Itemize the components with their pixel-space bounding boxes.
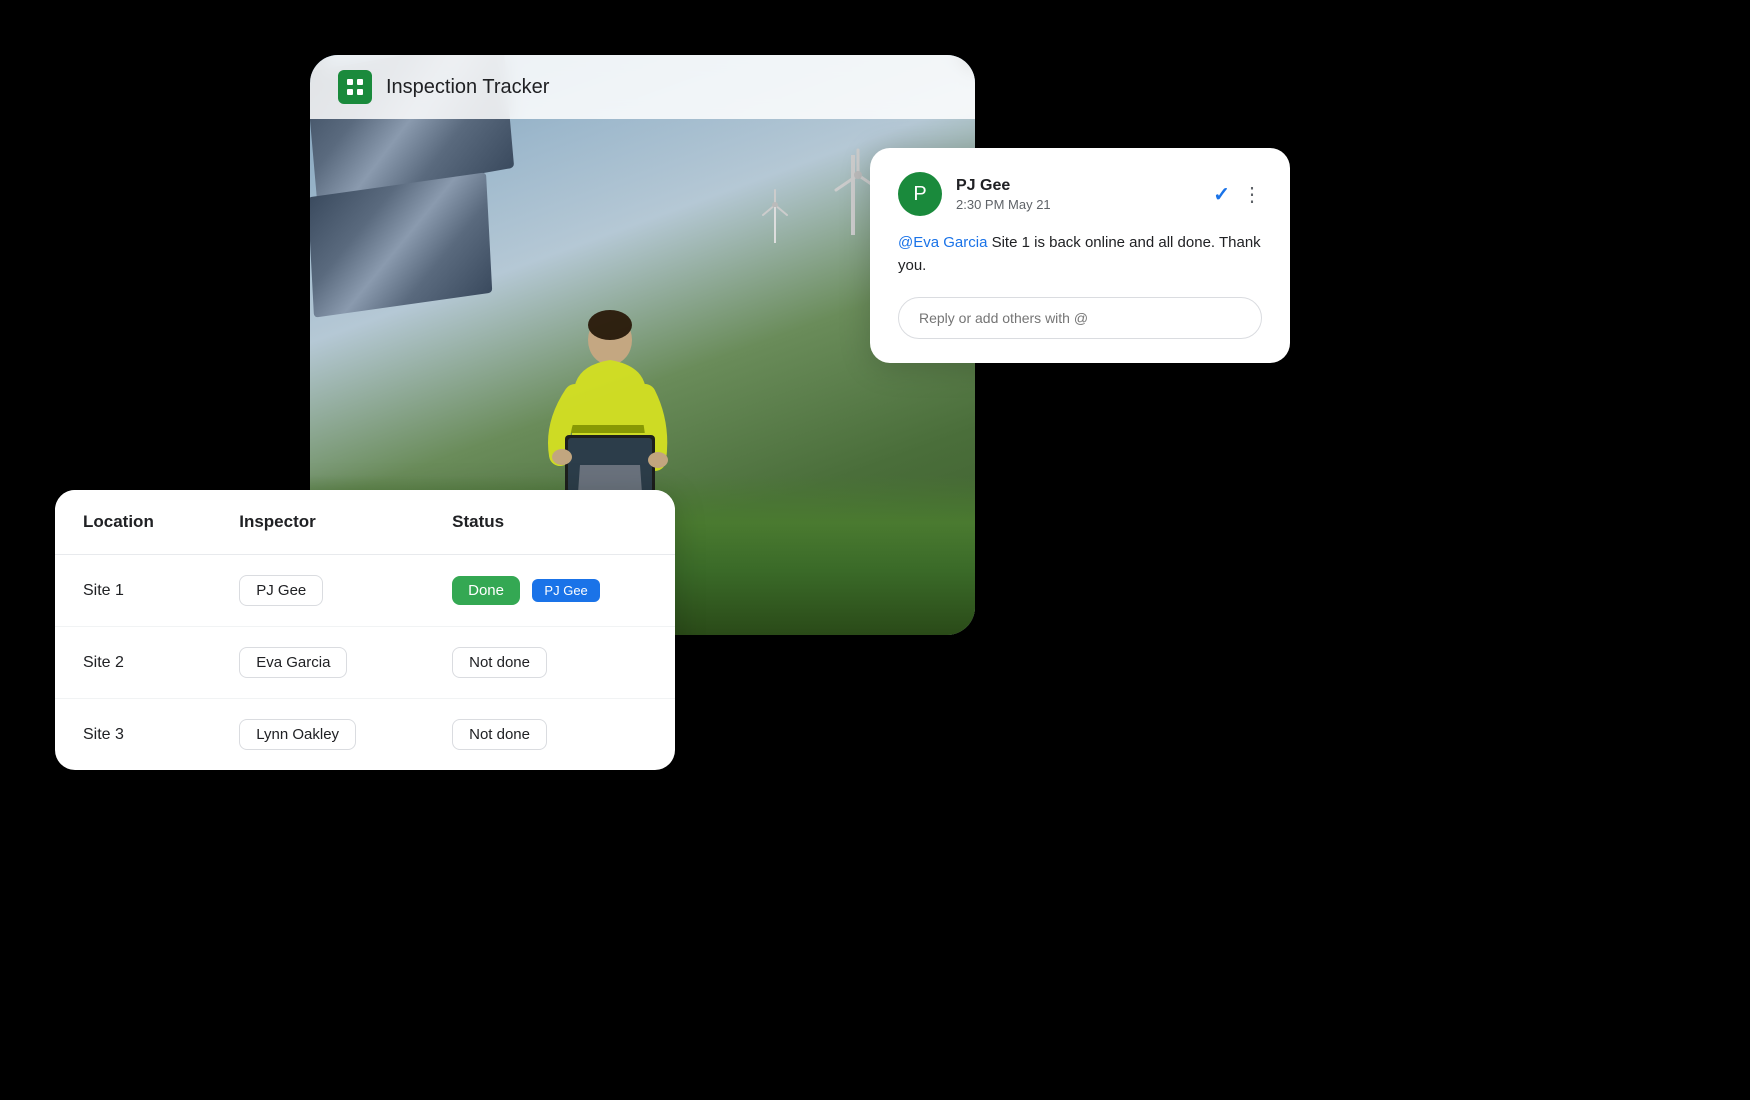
cell-location-1: Site 1 bbox=[55, 555, 211, 627]
chat-message: @Eva Garcia Site 1 is back online and al… bbox=[898, 232, 1262, 277]
more-options-icon[interactable]: ⋮ bbox=[1242, 182, 1262, 207]
chat-header: P PJ Gee 2:30 PM May 21 ✓ ⋮ bbox=[898, 172, 1262, 216]
scene: Inspection Tracker P PJ Gee 2:30 PM May … bbox=[0, 0, 1750, 1100]
data-table: Location Inspector Status Site 1 PJ Gee … bbox=[55, 490, 675, 770]
table-row: Site 3 Lynn Oakley Not done bbox=[55, 699, 675, 771]
col-header-inspector: Inspector bbox=[211, 490, 424, 555]
inspector-pill-1: PJ Gee bbox=[239, 575, 323, 606]
inspector-pill-2: Eva Garcia bbox=[239, 647, 347, 678]
cell-status-1: Done PJ Gee bbox=[424, 555, 675, 627]
cell-location-3: Site 3 bbox=[55, 699, 211, 771]
status-notdone-badge-2: Not done bbox=[452, 647, 547, 678]
status-done-badge: Done bbox=[452, 576, 520, 605]
cell-inspector-2: Eva Garcia bbox=[211, 627, 424, 699]
pj-gee-badge: PJ Gee bbox=[532, 579, 599, 602]
app-card-header: Inspection Tracker bbox=[310, 55, 975, 119]
table-header-row: Location Inspector Status bbox=[55, 490, 675, 555]
inspector-pill-3: Lynn Oakley bbox=[239, 719, 356, 750]
avatar: P bbox=[898, 172, 942, 216]
table-row: Site 1 PJ Gee Done PJ Gee bbox=[55, 555, 675, 627]
cell-inspector-3: Lynn Oakley bbox=[211, 699, 424, 771]
col-header-location: Location bbox=[55, 490, 211, 555]
windmill-2 bbox=[755, 185, 795, 250]
cell-location-2: Site 2 bbox=[55, 627, 211, 699]
table-row: Site 2 Eva Garcia Not done bbox=[55, 627, 675, 699]
table-card: Location Inspector Status Site 1 PJ Gee … bbox=[55, 490, 675, 770]
chat-username: PJ Gee bbox=[956, 177, 1199, 195]
cell-status-3: Not done bbox=[424, 699, 675, 771]
app-icon bbox=[338, 70, 372, 104]
status-notdone-badge-3: Not done bbox=[452, 719, 547, 750]
cell-status-2: Not done bbox=[424, 627, 675, 699]
reply-input[interactable] bbox=[898, 297, 1262, 339]
chat-actions: ✓ ⋮ bbox=[1213, 182, 1262, 207]
chat-card: P PJ Gee 2:30 PM May 21 ✓ ⋮ @Eva Garcia … bbox=[870, 148, 1290, 363]
solar-panel-2 bbox=[310, 172, 492, 317]
chat-time: 2:30 PM May 21 bbox=[956, 197, 1199, 212]
app-title: Inspection Tracker bbox=[386, 76, 549, 99]
check-icon[interactable]: ✓ bbox=[1213, 182, 1230, 207]
windmill bbox=[851, 155, 855, 235]
chat-mention: @Eva Garcia bbox=[898, 234, 987, 251]
chat-user-info: PJ Gee 2:30 PM May 21 bbox=[956, 177, 1199, 212]
cell-inspector-1: PJ Gee bbox=[211, 555, 424, 627]
col-header-status: Status bbox=[424, 490, 675, 555]
